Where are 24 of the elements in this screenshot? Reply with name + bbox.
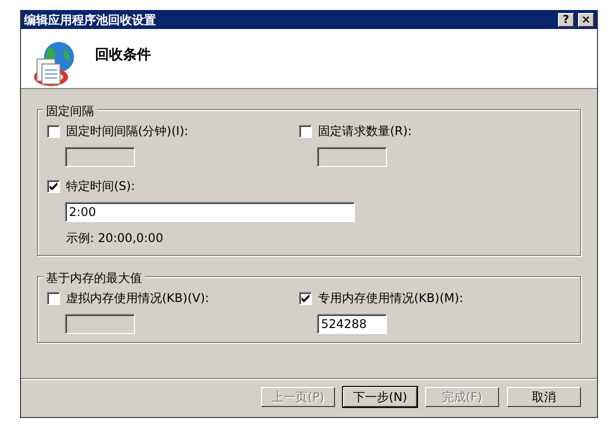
checkbox-label: 固定时间间隔(分钟)(I): xyxy=(66,123,188,140)
checkbox-label: 特定时间(S): xyxy=(66,178,136,195)
input-field[interactable] xyxy=(65,314,135,334)
input-field[interactable] xyxy=(65,147,135,167)
checkbox[interactable] xyxy=(47,180,60,192)
example-text: 示例: 20:00,0:00 xyxy=(66,230,164,247)
dialog-button[interactable]: 取消 xyxy=(507,387,581,407)
checkbox-label: 专用内存使用情况(KB)(M): xyxy=(318,290,464,307)
help-button[interactable]: ? xyxy=(558,12,574,26)
header-title: 回收条件 xyxy=(95,46,151,65)
checkbox[interactable] xyxy=(47,124,60,138)
checkbox[interactable] xyxy=(299,124,312,138)
close-button[interactable]: × xyxy=(578,12,594,26)
group-title: 固定间隔 xyxy=(43,102,97,120)
checkbox-label: 虚拟内存使用情况(KB)(V): xyxy=(66,290,210,307)
checkbox-label: 固定请求数量(R): xyxy=(318,123,412,140)
checkbox[interactable] xyxy=(299,292,312,304)
input-field[interactable] xyxy=(317,147,387,167)
group-title: 基于内存的最大值 xyxy=(43,269,145,287)
checkbox[interactable] xyxy=(47,292,60,304)
dialog-button[interactable]: 下一步(N) xyxy=(343,387,417,407)
input-field[interactable]: 2:00 xyxy=(65,202,355,222)
window-title: 编辑应用程序池回收设置 xyxy=(24,12,156,28)
input-field[interactable]: 524288 xyxy=(317,314,387,334)
